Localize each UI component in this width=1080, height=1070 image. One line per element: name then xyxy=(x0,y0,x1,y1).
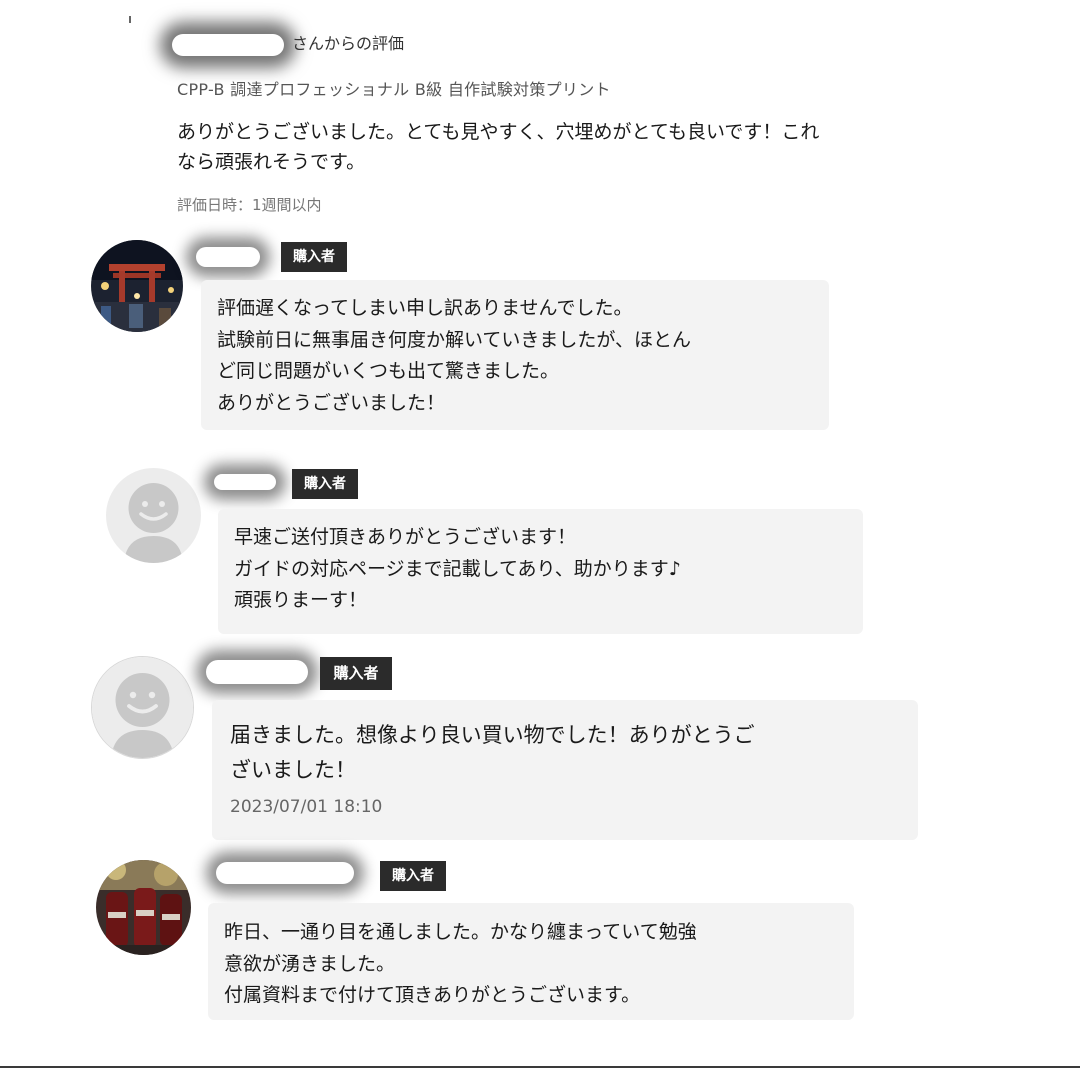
comment-line: ありがとうございました！ xyxy=(217,391,446,414)
buyer-badge: 購入者 xyxy=(281,242,347,272)
product-title[interactable]: CPP-B 調達プロフェッショナル B級 自作試験対策プリント xyxy=(177,76,611,100)
comment-line: 早速ご送付頂きありがとうございます！ xyxy=(234,526,577,548)
comment-line: 頑張りまーす！ xyxy=(234,589,368,611)
review-body: ありがとうございました。とても見やすく、穴埋めがとても良いです！これなら頑張れそ… xyxy=(177,121,820,173)
divider-mark xyxy=(129,16,131,23)
avatar-photo-shrine-icon[interactable] xyxy=(91,240,183,332)
comment-line: ど同じ問題がいくつも出て驚きました。 xyxy=(217,360,560,382)
comment-line: 付属資料まで付けて頂きありがとうございます。 xyxy=(224,984,641,1006)
comment-line: 試験前日に無事届き何度か解いていきましたが、ほとん xyxy=(217,328,692,351)
review-from-label: さんからの評価 xyxy=(292,34,405,53)
commenter-name-redacted xyxy=(196,247,260,267)
avatar-default-user-icon[interactable] xyxy=(91,656,194,759)
commenter-name-redacted xyxy=(216,862,354,884)
comment-line: 届きました。想像より良い買い物でした！ありがとうご xyxy=(230,723,755,747)
buyer-badge: 購入者 xyxy=(320,657,392,690)
reviewer-name-redacted xyxy=(172,34,284,56)
buyer-badge: 購入者 xyxy=(292,469,358,499)
comment-bubble: 届きました。想像より良い買い物でした！ありがとうご ざいました！ 2023/07… xyxy=(212,700,918,840)
comment-line: 昨日、一通り目を通しました。かなり纏まっていて勉強 xyxy=(224,921,697,943)
comment-line: 評価遅くなってしまい申し訳ありませんでした。 xyxy=(217,297,633,319)
comment-line: ざいました！ xyxy=(230,758,356,782)
review-date: 評価日時：1週間以内 xyxy=(177,196,322,214)
comment-bubble: 早速ご送付頂きありがとうございます！ ガイドの対応ページまで記載してあり、助かり… xyxy=(218,509,863,634)
avatar-default-user-icon[interactable] xyxy=(106,468,201,563)
comment-timestamp: 2023/07/01 18:10 xyxy=(230,797,383,817)
comment-line: ガイドの対応ページまで記載してあり、助かります♪ xyxy=(234,557,681,580)
comment-bubble: 評価遅くなってしまい申し訳ありませんでした。 試験前日に無事届き何度か解いていき… xyxy=(201,280,829,430)
comment-line: 意欲が湧きました。 xyxy=(224,952,396,975)
commenter-name-redacted xyxy=(206,660,308,684)
avatar-photo-bottles-icon[interactable] xyxy=(96,860,191,955)
commenter-name-redacted xyxy=(214,474,276,490)
comment-bubble: 昨日、一通り目を通しました。かなり纏まっていて勉強 意欲が湧きました。 付属資料… xyxy=(208,903,854,1020)
bottom-divider xyxy=(0,1066,1080,1068)
buyer-badge: 購入者 xyxy=(380,861,446,891)
